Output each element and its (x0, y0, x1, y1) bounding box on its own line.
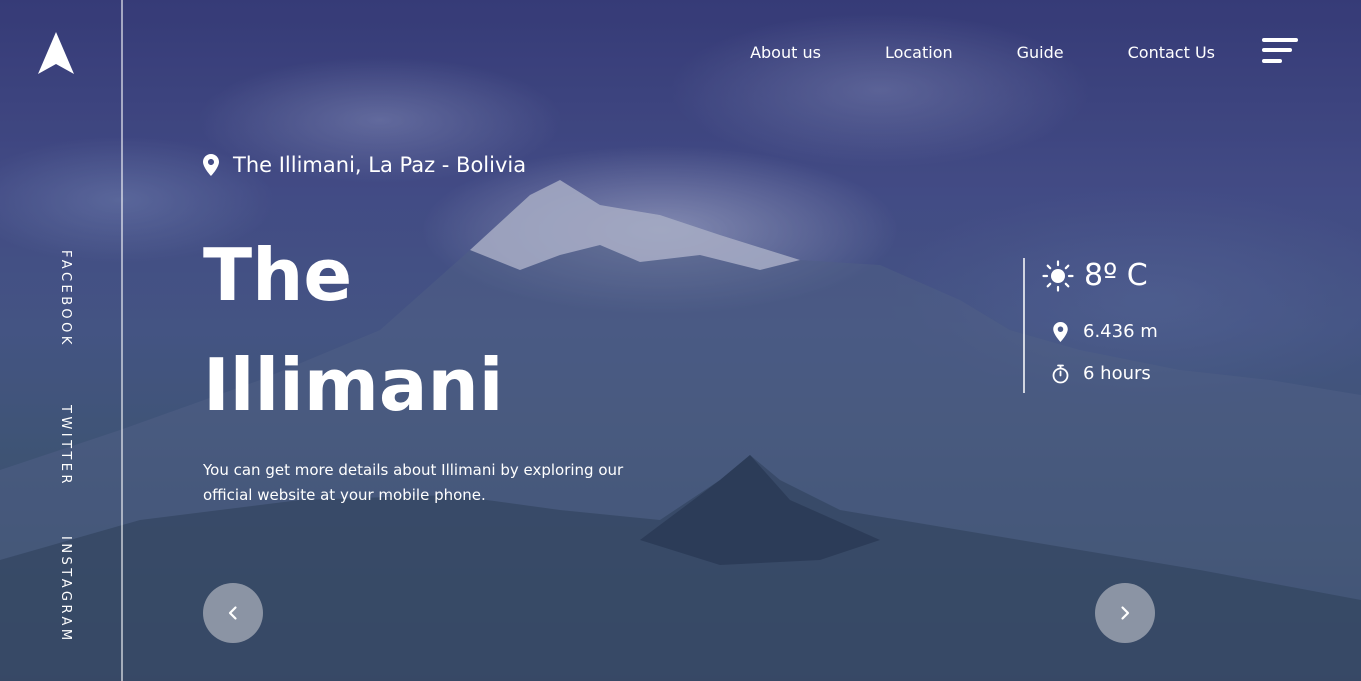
hero-description: You can get more details about Illimani … (203, 461, 624, 504)
nav-link-contact-us[interactable]: Contact Us (1128, 42, 1215, 64)
hamburger-menu-icon[interactable] (1262, 38, 1300, 68)
duration-value: 6 hours (1083, 363, 1151, 384)
sun-icon (1042, 260, 1074, 292)
altitude-stat: 6.436 m (1052, 320, 1158, 344)
sidebar-divider (121, 0, 123, 681)
nav-link-about-us[interactable]: About us (750, 42, 821, 64)
hero-page: FACEBOOK TWITTER INSTAGRAM About us Loca… (0, 0, 1361, 681)
map-pin-icon (203, 154, 219, 176)
chevron-right-icon (1121, 606, 1130, 620)
nav-link-guide[interactable]: Guide (1017, 42, 1064, 64)
title-line-2: Illimani (203, 343, 504, 427)
nav-link-location[interactable]: Location (885, 42, 953, 64)
social-link-facebook[interactable]: FACEBOOK (58, 250, 73, 348)
location-text: The Illimani, La Paz - Bolivia (233, 153, 527, 177)
top-nav: About us Location Guide Contact Us (750, 42, 1215, 64)
page-title: The Illimani (203, 220, 503, 440)
previous-slide-button[interactable] (203, 583, 263, 643)
temperature-value: 8º C (1084, 258, 1148, 293)
social-link-instagram[interactable]: INSTAGRAM (58, 536, 73, 644)
map-pin-icon (1053, 322, 1068, 342)
title-line-1: The (203, 233, 353, 317)
duration-stat: 6 hours (1052, 362, 1151, 386)
arrow-up-icon[interactable] (38, 32, 74, 76)
social-link-twitter[interactable]: TWITTER (58, 405, 73, 487)
next-slide-button[interactable] (1095, 583, 1155, 643)
stats-divider (1023, 258, 1025, 393)
temperature-stat: 8º C (1042, 256, 1148, 296)
altitude-value: 6.436 m (1083, 321, 1158, 342)
stopwatch-icon (1052, 364, 1069, 384)
chevron-left-icon (228, 606, 237, 620)
location-label: The Illimani, La Paz - Bolivia (203, 152, 526, 178)
